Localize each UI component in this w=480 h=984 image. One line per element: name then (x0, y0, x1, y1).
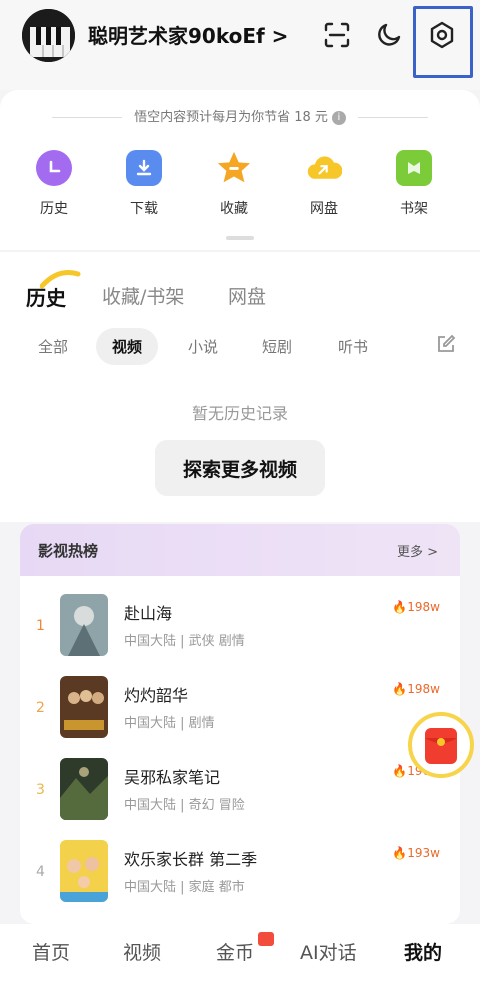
chevron-right-icon: > (271, 24, 289, 48)
subtab-audiobook[interactable]: 听书 (338, 336, 368, 357)
fire-icon: 🔥 (392, 682, 408, 696)
ranking-title: 影视热榜 (38, 541, 99, 560)
red-envelope-badge-icon (258, 932, 274, 946)
ranking-item[interactable]: 2 灼灼韶华 中国大陆 | 剧情 🔥198w (20, 676, 460, 746)
fire-icon: 🔥 (392, 600, 408, 614)
download-icon (126, 150, 162, 186)
ranking-more-link[interactable]: 更多 > (397, 541, 438, 560)
username[interactable]: 聪明艺术家90koEf > (88, 20, 288, 49)
nav-coins[interactable]: 金币 (216, 938, 254, 965)
heat-count: 🔥198w (392, 682, 440, 696)
history-icon (36, 150, 72, 186)
subtab-all[interactable]: 全部 (38, 336, 68, 357)
quick-bookshelf[interactable]: 书架 (379, 150, 449, 218)
tab-favorites-bookshelf[interactable]: 收藏/书架 (102, 282, 184, 309)
poster-image (60, 758, 108, 820)
heat-count: 🔥193w (392, 846, 440, 860)
subtab-novel[interactable]: 小说 (188, 336, 218, 357)
night-mode-icon[interactable] (372, 18, 406, 52)
red-packet-float-button[interactable] (408, 712, 474, 778)
ranking-item[interactable]: 1 赴山海 中国大陆 | 武侠 剧情 🔥198w (20, 594, 460, 664)
history-section: 历史 收藏/书架 网盘 全部 视频 小说 短剧 听书 暂无历史记录 探索更多视频 (0, 252, 480, 522)
star-icon (216, 150, 252, 186)
subtab-video[interactable]: 视频 (96, 328, 159, 365)
edit-icon[interactable] (436, 334, 456, 358)
empty-state-text: 暂无历史记录 (191, 404, 288, 423)
quick-history[interactable]: 历史 (19, 150, 89, 218)
poster-image (60, 840, 108, 902)
avatar[interactable] (22, 9, 75, 62)
quick-panel: 悟空内容预计每月为你节省 18 元i 历史 下载 收藏 网盘 书架 (0, 90, 480, 250)
cloud-icon (306, 150, 342, 186)
fire-icon: 🔥 (392, 764, 408, 778)
nav-video[interactable]: 视频 (123, 938, 161, 965)
settings-icon[interactable] (425, 18, 459, 52)
red-envelope-icon (425, 728, 457, 764)
bookshelf-icon (396, 150, 432, 186)
quick-favorites[interactable]: 收藏 (199, 150, 269, 218)
nav-mine[interactable]: 我的 (404, 938, 442, 965)
profile-header: 聪明艺术家90koEf > (0, 0, 480, 90)
poster-image (60, 676, 108, 738)
fire-icon: 🔥 (392, 846, 408, 860)
savings-banner: 悟空内容预计每月为你节省 18 元i (0, 106, 480, 125)
tab-history[interactable]: 历史 (26, 282, 66, 311)
scan-icon[interactable] (320, 18, 354, 52)
explore-more-button[interactable]: 探索更多视频 (155, 440, 325, 496)
ranking-item[interactable]: 3 吴邪私家笔记 中国大陆 | 奇幻 冒险 🔥196w (20, 758, 460, 828)
heat-count: 🔥198w (392, 600, 440, 614)
quick-download[interactable]: 下载 (109, 150, 179, 218)
poster-image (60, 594, 108, 656)
subtab-short-drama[interactable]: 短剧 (262, 336, 292, 357)
nav-ai-chat[interactable]: AI对话 (300, 938, 357, 965)
tab-cloud-drive[interactable]: 网盘 (228, 282, 266, 309)
page-indicator (226, 236, 254, 240)
info-icon[interactable]: i (331, 110, 346, 125)
bottom-nav: 首页 视频 金币 AI对话 我的 (0, 924, 480, 984)
ranking-item[interactable]: 4 欢乐家长群 第二季 中国大陆 | 家庭 都市 🔥193w (20, 840, 460, 910)
ranking-header: 影视热榜 更多 > (20, 524, 460, 576)
quick-cloud[interactable]: 网盘 (289, 150, 359, 218)
ranking-card: 影视热榜 更多 > 1 赴山海 中国大陆 | 武侠 剧情 🔥198w 2 灼灼韶… (20, 524, 460, 924)
nav-home[interactable]: 首页 (32, 938, 70, 965)
